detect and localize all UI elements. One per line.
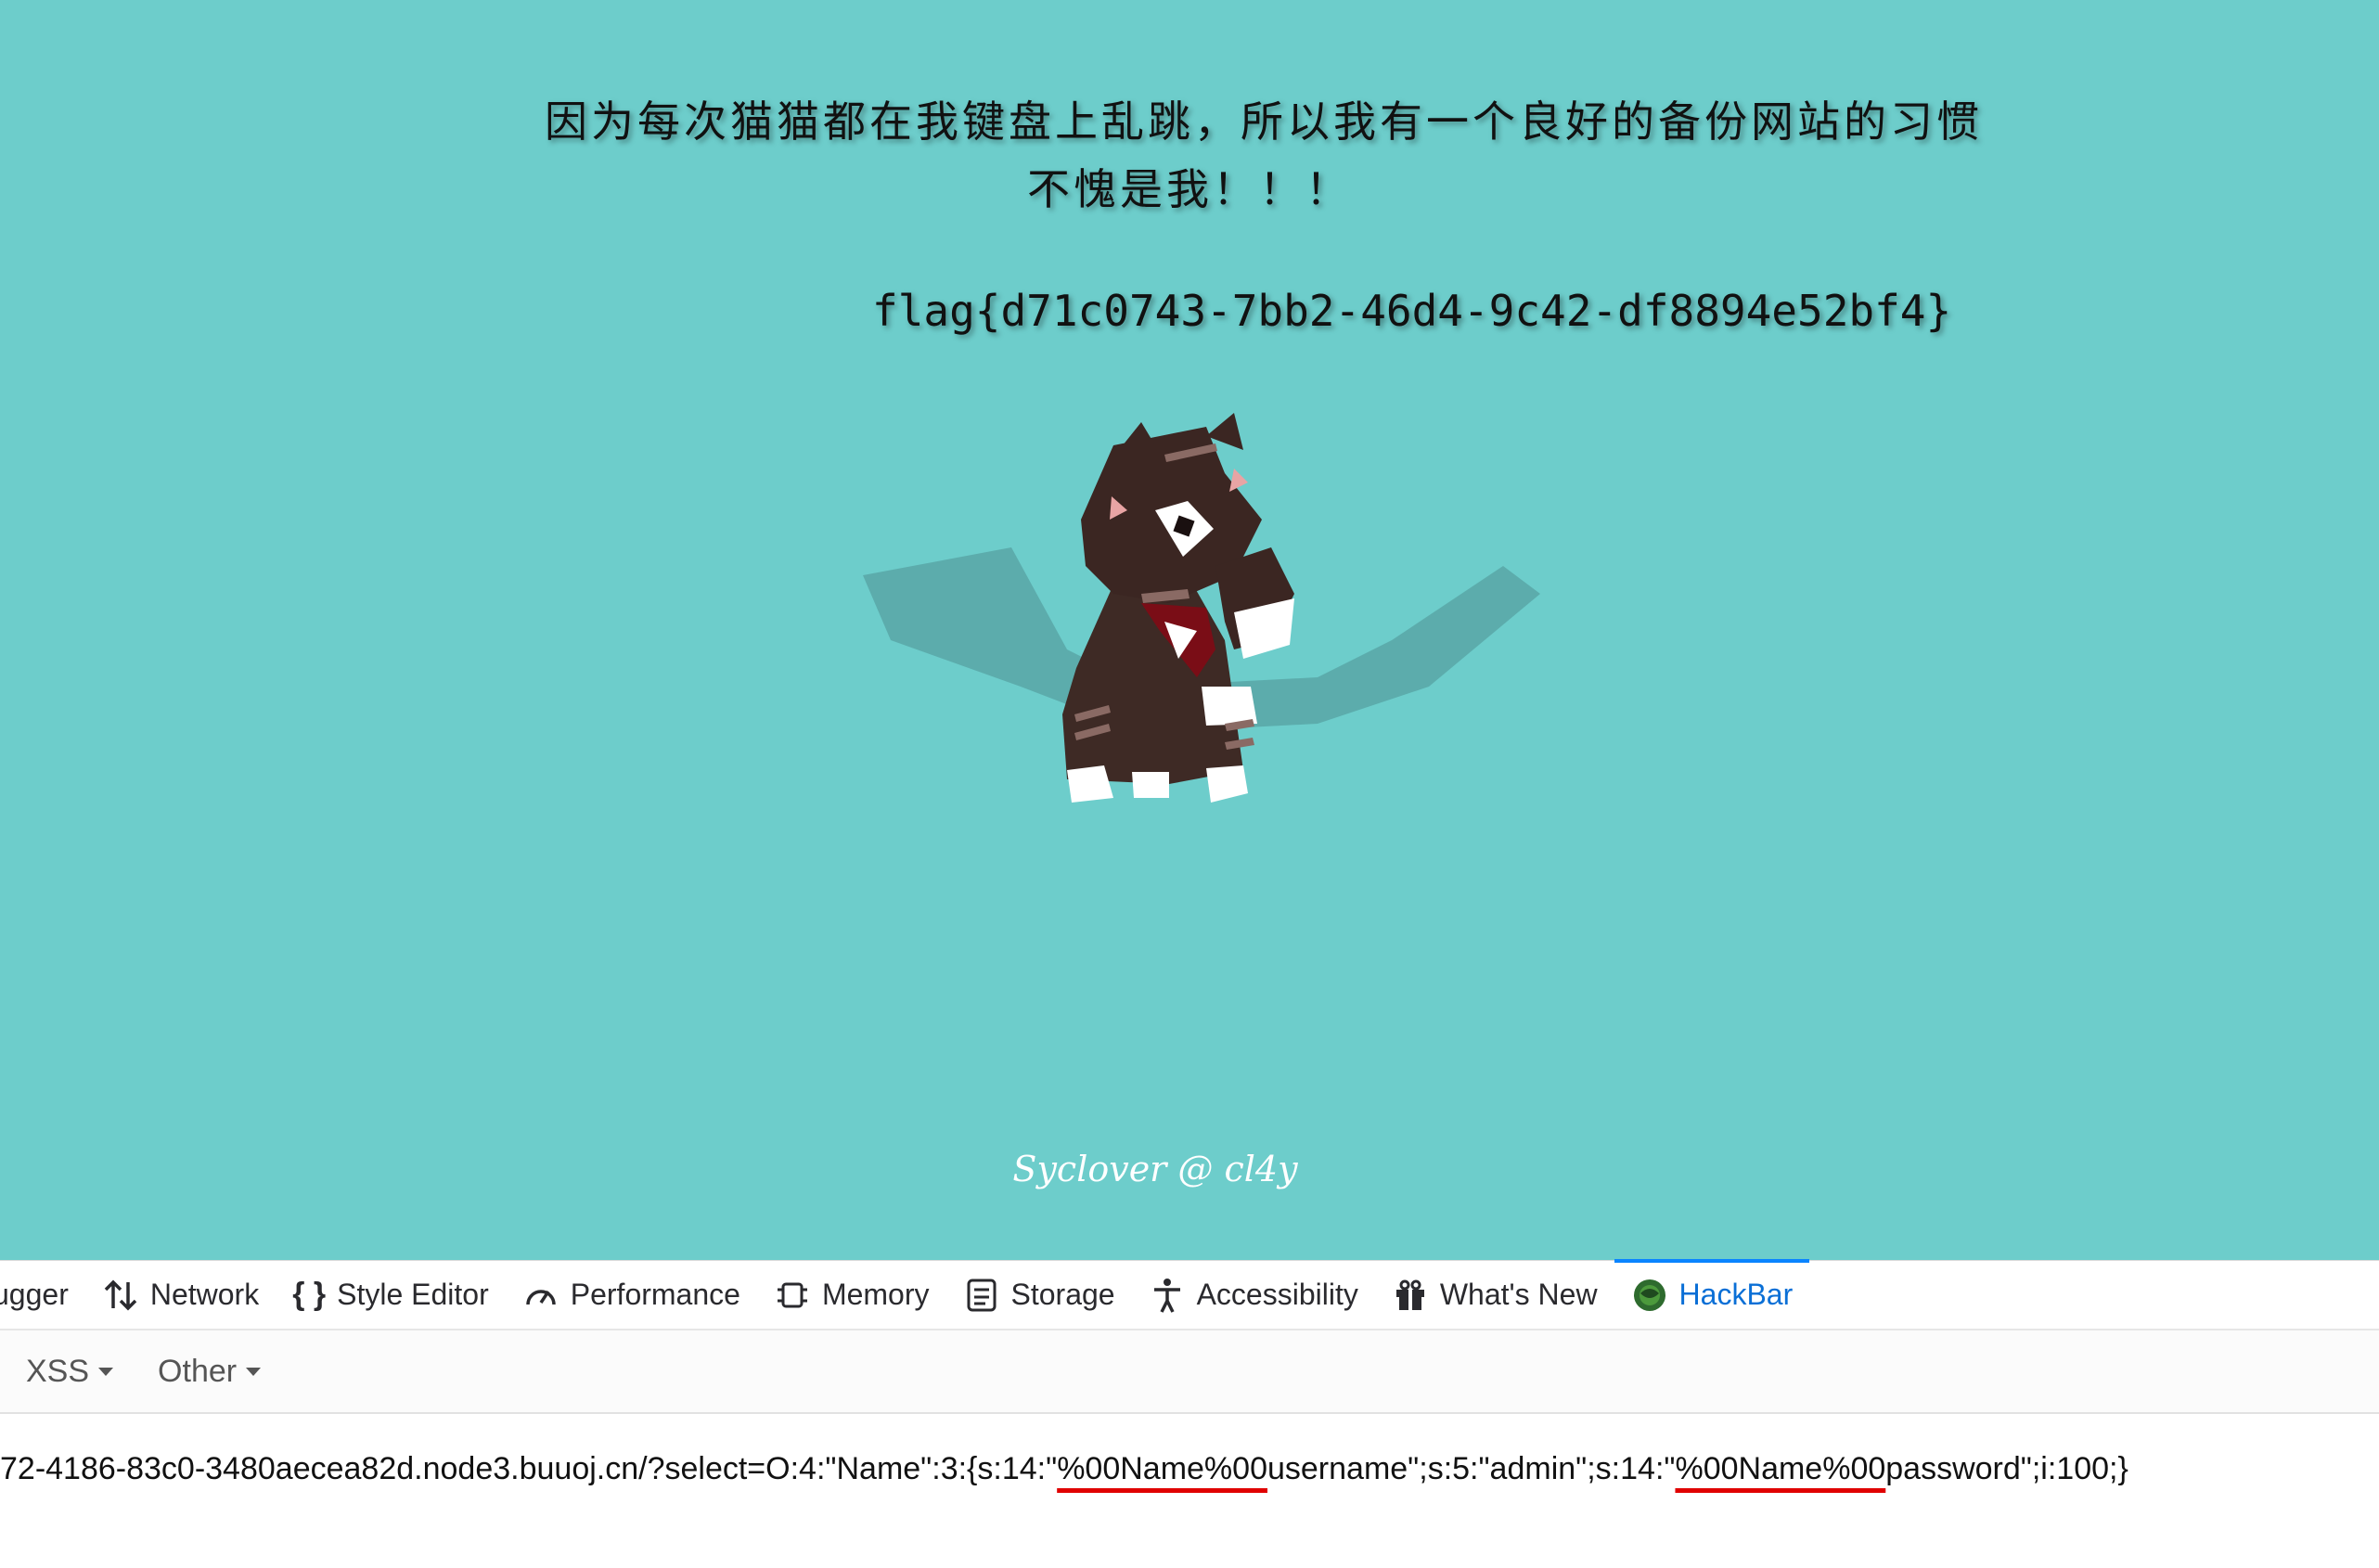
hackbar-icon (1631, 1277, 1668, 1314)
url-highlight-1: %00Name%00 (1057, 1451, 1267, 1486)
storage-icon (963, 1277, 1000, 1314)
hackbar-menubar: XSS Other (0, 1330, 2379, 1414)
cat-illustration (863, 413, 1540, 803)
braces-icon: { } (292, 1277, 327, 1312)
url-field[interactable]: 72-4186-83c0-3480aecea82d.node3.buuoj.cn… (0, 1451, 2128, 1487)
tab-accessibility[interactable]: Accessibility (1132, 1260, 1375, 1330)
tab-label: Accessibility (1196, 1278, 1358, 1311)
network-arrows-icon (102, 1277, 139, 1314)
tab-label: Style Editor (337, 1278, 489, 1311)
tab-debugger[interactable]: ugger (0, 1260, 85, 1330)
flag-text: flag{d71c0743-7bb2-46d4-9c42-df8894e52bf… (872, 286, 1952, 336)
headline-line-1: 因为每次猫猫都在我键盘上乱跳，所以我有一个良好的备份网站的习惯 (545, 96, 1983, 147)
tab-label: Storage (1010, 1278, 1115, 1311)
tab-hackbar[interactable]: HackBar (1614, 1258, 1810, 1330)
tab-label: Network (149, 1278, 260, 1311)
url-highlight-2: %00Name%00 (1675, 1451, 1886, 1486)
url-segment: password";i:100;} (1885, 1451, 2128, 1486)
caret-down-icon (246, 1367, 262, 1376)
tab-performance[interactable]: Performance (506, 1260, 757, 1330)
tab-label: What's New (1439, 1278, 1598, 1311)
menu-label: Other (158, 1353, 238, 1389)
url-segment: 72-4186-83c0-3480aecea82d.node3.buuoj.cn… (0, 1451, 1058, 1486)
tab-label: HackBar (1678, 1278, 1794, 1311)
tab-whats-new[interactable]: What's New (1375, 1260, 1614, 1330)
tab-label: Memory (821, 1278, 930, 1311)
menu-xss[interactable]: XSS (26, 1353, 114, 1390)
devtools-tabbar: ugger Network { } Style Editor Performan… (0, 1258, 2379, 1330)
gift-icon (1392, 1277, 1429, 1314)
web-page: 因为每次猫猫都在我键盘上乱跳，所以我有一个良好的备份网站的习惯 不愧是我！！！ … (0, 0, 2379, 1260)
tab-style-editor[interactable]: { } Style Editor (276, 1260, 506, 1330)
headline-line-2: 不愧是我！！！ (1027, 164, 1352, 214)
gauge-icon (522, 1277, 559, 1314)
hackbar-url-area[interactable]: 72-4186-83c0-3480aecea82d.node3.buuoj.cn… (0, 1414, 2379, 1568)
tab-storage[interactable]: Storage (946, 1260, 1132, 1330)
url-segment: username";s:5:"admin";s:14:" (1267, 1451, 1676, 1486)
caret-down-icon (98, 1367, 114, 1376)
person-icon (1149, 1277, 1186, 1314)
tab-network[interactable]: Network (85, 1260, 276, 1330)
chip-icon (774, 1277, 811, 1314)
menu-label: XSS (26, 1353, 90, 1389)
menu-other[interactable]: Other (158, 1353, 262, 1390)
footer-credit: Syclover @ cl4y (1012, 1149, 1298, 1189)
tab-label: ugger (0, 1278, 69, 1311)
tab-memory[interactable]: Memory (757, 1260, 946, 1330)
tab-label: Performance (570, 1278, 740, 1311)
